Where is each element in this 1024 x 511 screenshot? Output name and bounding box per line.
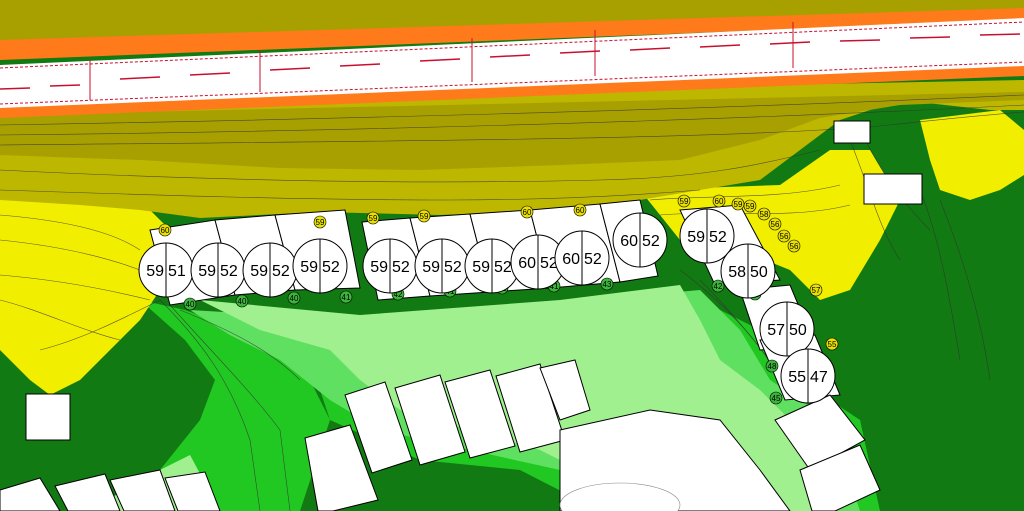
- receiver-value-day: 60: [620, 233, 638, 250]
- receiver-value-day: 59: [300, 259, 318, 276]
- receiver-value-night: 52: [584, 251, 602, 268]
- facade-point: 60: [158, 223, 172, 237]
- receiver-value-night: 51: [168, 263, 186, 280]
- receiver-value-night: 52: [642, 233, 660, 250]
- building: [833, 120, 871, 144]
- receiver-value-day: 55: [788, 369, 806, 386]
- receiver-point: 59 52: [190, 242, 246, 298]
- receiver-value-day: 59: [146, 263, 164, 280]
- receiver-value-day: 59: [370, 259, 388, 276]
- facade-point: 42: [711, 279, 725, 293]
- facade-point: 45: [769, 391, 783, 405]
- receiver-point: 59 52: [242, 242, 298, 298]
- facade-point: 59: [677, 194, 691, 208]
- facade-point-value: 56: [790, 242, 799, 251]
- receiver-point: 60 52: [612, 212, 668, 268]
- receiver-value-day: 60: [518, 255, 536, 272]
- receiver-value-day: 60: [562, 251, 580, 268]
- receiver-value-day: 59: [422, 259, 440, 276]
- facade-point: 41: [339, 290, 353, 304]
- receiver-point: 59 51: [138, 242, 194, 298]
- facade-point-value: 59: [369, 214, 378, 223]
- facade-point: 56: [768, 217, 782, 231]
- receiver-value-night: 52: [709, 229, 727, 246]
- facade-point-value: 45: [772, 394, 781, 403]
- facade-point-value: 43: [603, 280, 612, 289]
- facade-point: 60: [520, 205, 534, 219]
- receiver-point: 60 52: [554, 230, 610, 286]
- receiver-point: 59 52: [362, 238, 418, 294]
- facade-point-value: 60: [576, 206, 585, 215]
- receiver-value-day: 59: [198, 263, 216, 280]
- receiver-value-night: 52: [220, 263, 238, 280]
- facade-point: 55: [825, 337, 839, 351]
- facade-point-value: 60: [523, 208, 532, 217]
- receiver-point: 55 47: [780, 348, 836, 404]
- receiver-value-night: 52: [322, 259, 340, 276]
- receiver-value-day: 59: [687, 229, 705, 246]
- facade-point: 40: [183, 297, 197, 311]
- facade-point: 59: [743, 199, 757, 213]
- facade-point: 58: [757, 207, 771, 221]
- building: [25, 393, 71, 441]
- facade-point: 57: [809, 283, 823, 297]
- facade-point-value: 40: [238, 297, 247, 306]
- facade-point-value: 56: [780, 232, 789, 241]
- receiver-point: 58 50: [720, 243, 776, 299]
- receiver-value-night: 52: [272, 263, 290, 280]
- facade-point-value: 58: [760, 210, 769, 219]
- facade-point-value: 57: [812, 286, 821, 295]
- receiver-value-day: 57: [767, 322, 785, 339]
- noise-map: 6059 59 59 60 6059 60 59 5958565656575540 40 40 41…: [0, 0, 1024, 511]
- facade-point: 40: [235, 294, 249, 308]
- facade-point: 59: [731, 197, 745, 211]
- facade-point: 43: [600, 277, 614, 291]
- receiver-value-day: 58: [728, 264, 746, 281]
- facade-point: 48: [765, 359, 779, 373]
- receiver-value-night: 47: [810, 369, 828, 386]
- receiver-value-day: 59: [472, 259, 490, 276]
- facade-point-value: 42: [714, 282, 723, 291]
- facade-point: 59: [313, 215, 327, 229]
- receiver-value-night: 50: [750, 264, 768, 281]
- receiver-value-day: 59: [250, 263, 268, 280]
- facade-point: 59: [417, 209, 431, 223]
- facade-point-value: 59: [680, 197, 689, 206]
- facade-point: 40: [287, 291, 301, 305]
- facade-point-value: 40: [186, 300, 195, 309]
- facade-point-value: 41: [342, 293, 351, 302]
- facade-point-value: 60: [715, 197, 724, 206]
- receiver-value-night: 52: [444, 259, 462, 276]
- facade-point: 60: [712, 194, 726, 208]
- facade-point: 56: [787, 239, 801, 253]
- facade-point-value: 60: [161, 226, 170, 235]
- receiver-value-night: 52: [494, 259, 512, 276]
- facade-point-value: 59: [316, 218, 325, 227]
- receiver-point: 59 52: [414, 238, 470, 294]
- facade-point-value: 59: [420, 212, 429, 221]
- receiver-value-night: 52: [392, 259, 410, 276]
- facade-point-value: 59: [746, 202, 755, 211]
- facade-point-value: 55: [828, 340, 837, 349]
- facade-point-value: 56: [771, 220, 780, 229]
- facade-point-value: 59: [734, 200, 743, 209]
- facade-point-value: 48: [768, 362, 777, 371]
- facade-point: 60: [573, 203, 587, 217]
- receiver-point: 57 50: [759, 301, 815, 357]
- building: [863, 173, 923, 205]
- receiver-point: 59 52: [292, 238, 348, 294]
- facade-point: 59: [366, 211, 380, 225]
- facade-point-value: 40: [290, 294, 299, 303]
- facade-point: 56: [777, 229, 791, 243]
- receiver-value-night: 50: [789, 322, 807, 339]
